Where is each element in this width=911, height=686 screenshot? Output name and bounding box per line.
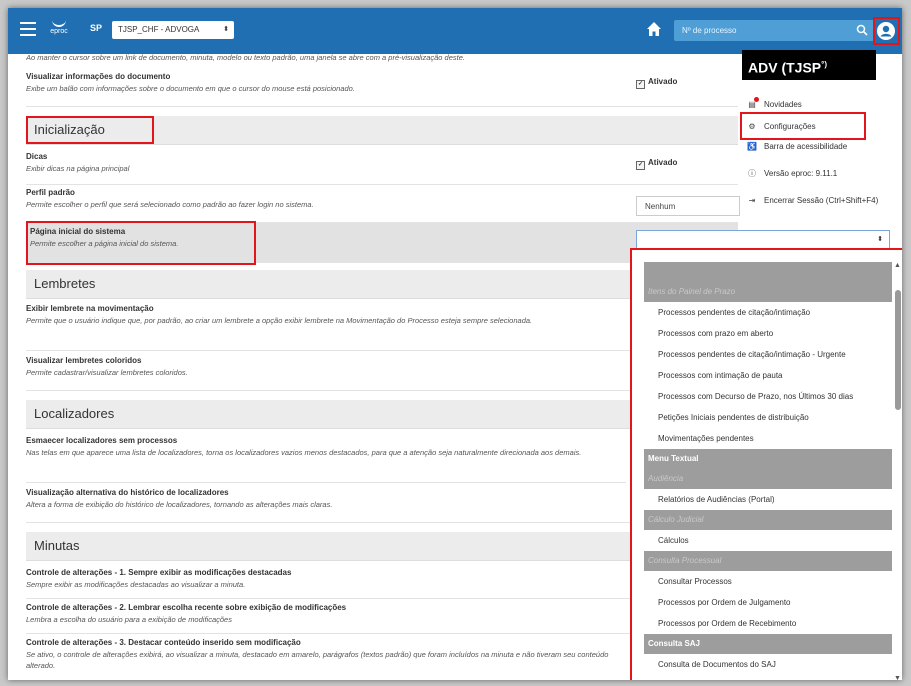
setting-row: Visualizar informações do documento Exib… bbox=[26, 72, 738, 107]
dropdown-option[interactable]: Consultar Processos bbox=[644, 571, 892, 592]
search-placeholder: Nº de processo bbox=[682, 26, 737, 35]
setting-desc: Exibe um balão com informações sobre o d… bbox=[26, 84, 355, 93]
search-icon[interactable] bbox=[856, 24, 868, 36]
app-window: eproc SP TJSP_CHF - ADVOGA ⬍ Nº de proce… bbox=[8, 8, 902, 680]
dropdown-option[interactable]: Processos pendentes de citação/intimação bbox=[644, 302, 892, 323]
dropdown-option[interactable]: Processos por Ordem de Recebimento bbox=[644, 613, 892, 634]
menu-item-novidades[interactable]: ▤ Novidades bbox=[746, 97, 802, 109]
dropdown-blank-option[interactable] bbox=[644, 262, 892, 282]
menu-item-label: Novidades bbox=[764, 100, 802, 109]
dropdown-subgroup-header: Cálculo Judicial bbox=[644, 510, 892, 530]
section-highlight bbox=[26, 116, 154, 144]
dropdown-option[interactable]: Processos com Decurso de Prazo, nos Últi… bbox=[644, 386, 892, 407]
setting-title: Visualizar informações do documento bbox=[26, 72, 171, 81]
dropdown-scrollbar[interactable]: ▲ ▼ bbox=[894, 262, 902, 680]
user-button-highlight bbox=[873, 17, 900, 45]
search-input[interactable]: Nº de processo bbox=[674, 20, 874, 41]
dropdown-list: Itens do Painel de Prazo Processos penden… bbox=[644, 262, 892, 680]
cut-description: Ao manter o cursor sobre um link de docu… bbox=[26, 54, 465, 62]
scroll-thumb[interactable] bbox=[895, 290, 901, 410]
setting-title: Controle de alterações - 3. Destacar con… bbox=[26, 638, 301, 647]
setting-row: Controle de alterações - 3. Destacar con… bbox=[26, 638, 634, 680]
menu-item-encerrar[interactable]: ⇥ Encerrar Sessão (Ctrl+Shift+F4) bbox=[746, 196, 879, 205]
logo-text: eproc bbox=[50, 28, 68, 35]
checkbox-icon[interactable]: ✓ bbox=[636, 161, 645, 170]
home-icon[interactable] bbox=[646, 21, 662, 37]
user-name: ADV (TJSP°) bbox=[742, 50, 876, 80]
setting-value-checkbox[interactable]: ✓ Ativado bbox=[636, 158, 677, 170]
setting-row: Dicas Exibir dicas na página principal bbox=[26, 152, 738, 185]
dropdown-option[interactable]: Processos por Ordem de Julgamento bbox=[644, 592, 892, 613]
eproc-logo: eproc bbox=[46, 16, 72, 46]
dropdown-option[interactable]: Processos pendentes de citação/intimação… bbox=[644, 344, 892, 365]
top-bar: eproc SP TJSP_CHF - ADVOGA ⬍ Nº de proce… bbox=[8, 8, 902, 54]
checkbox-label: Ativado bbox=[648, 158, 678, 167]
menu-item-label: Barra de acessibilidade bbox=[764, 142, 848, 151]
profile-select-value: TJSP_CHF - ADVOGA bbox=[118, 25, 200, 34]
setting-row: Exibir lembrete na movimentação Permite … bbox=[26, 304, 630, 351]
user-name-suffix: °) bbox=[821, 60, 827, 69]
select-arrows-icon: ⬍ bbox=[877, 236, 883, 243]
checkbox-icon[interactable]: ✓ bbox=[636, 80, 645, 89]
setting-value-checkbox[interactable]: ✓ Ativado bbox=[636, 77, 677, 89]
scroll-up-icon[interactable]: ▲ bbox=[894, 262, 901, 269]
setting-desc: Permite escolher o perfil que será selec… bbox=[26, 200, 314, 209]
menu-item-label: Encerrar Sessão (Ctrl+Shift+F4) bbox=[764, 196, 879, 205]
default-profile-select[interactable]: Nenhum bbox=[636, 196, 740, 216]
dropdown-option[interactable]: Processos com intimação de pauta bbox=[644, 365, 892, 386]
section-title: Minutas bbox=[34, 538, 80, 553]
setting-desc: Exibir dicas na página principal bbox=[26, 164, 130, 173]
home-page-select[interactable]: ⬍ bbox=[636, 230, 890, 250]
dropdown-subgroup-header: Itens do Painel de Prazo bbox=[644, 282, 892, 302]
news-icon: ▤ bbox=[746, 97, 759, 109]
user-name-text: ADV (TJSP bbox=[748, 59, 822, 76]
menu-item-acessibilidade[interactable]: ♿ Barra de acessibilidade bbox=[746, 142, 847, 151]
logout-icon: ⇥ bbox=[748, 196, 756, 205]
info-icon: ⓘ bbox=[748, 169, 756, 178]
setting-title: Exibir lembrete na movimentação bbox=[26, 304, 154, 313]
dropdown-subgroup-header: Audiência bbox=[644, 469, 892, 489]
setting-row: Perfil padrão Permite escolher o perfil … bbox=[26, 188, 738, 223]
setting-desc: Nas telas em que aparece uma lista de lo… bbox=[26, 448, 582, 457]
settings-highlight bbox=[740, 112, 866, 140]
select-arrows-icon: ⬍ bbox=[223, 26, 229, 33]
dropdown-option[interactable]: Petições Iniciais pendentes de distribui… bbox=[644, 407, 892, 428]
accessibility-icon: ♿ bbox=[747, 142, 757, 151]
setting-row: Esmaecer localizadores sem processos Nas… bbox=[26, 436, 626, 483]
dropdown-option[interactable]: Movimentações pendentes bbox=[644, 428, 892, 449]
section-title: Lembretes bbox=[34, 276, 96, 291]
scroll-down-icon[interactable]: ▼ bbox=[894, 675, 901, 680]
dropdown-subgroup-header: Consulta Processual bbox=[644, 551, 892, 571]
setting-title: Dicas bbox=[26, 152, 48, 161]
setting-title: Perfil padrão bbox=[26, 188, 75, 197]
hamburger-menu-icon[interactable] bbox=[20, 22, 36, 36]
dropdown-option[interactable]: Processos com prazo em aberto bbox=[644, 323, 892, 344]
state-label: SP bbox=[90, 23, 103, 33]
setting-desc: Permite que o usuário indique que, por p… bbox=[26, 316, 533, 325]
menu-item-label: Versão eproc: 9.11.1 bbox=[764, 169, 838, 178]
dropdown-group-header: Consulta SAJ bbox=[644, 634, 892, 654]
dropdown-option[interactable]: Consulta de Documentos do SAJ bbox=[644, 654, 892, 675]
menu-item-versao: ⓘ Versão eproc: 9.11.1 bbox=[746, 168, 837, 179]
home-page-dropdown[interactable]: Itens do Painel de Prazo Processos penden… bbox=[630, 248, 902, 680]
dropdown-group-header: Menu Textual bbox=[644, 449, 892, 469]
setting-desc: Se ativo, o controle de alterações exibi… bbox=[26, 650, 609, 670]
profile-select[interactable]: TJSP_CHF - ADVOGA ⬍ bbox=[112, 21, 234, 39]
section-title: Localizadores bbox=[34, 406, 115, 421]
setting-highlight bbox=[26, 221, 256, 265]
checkbox-label: Ativado bbox=[648, 77, 678, 86]
dropdown-option[interactable]: Cálculos bbox=[644, 530, 892, 551]
setting-title: Esmaecer localizadores sem processos bbox=[26, 436, 178, 445]
dropdown-option[interactable]: Relatórios de Audiências (Portal) bbox=[644, 489, 892, 510]
